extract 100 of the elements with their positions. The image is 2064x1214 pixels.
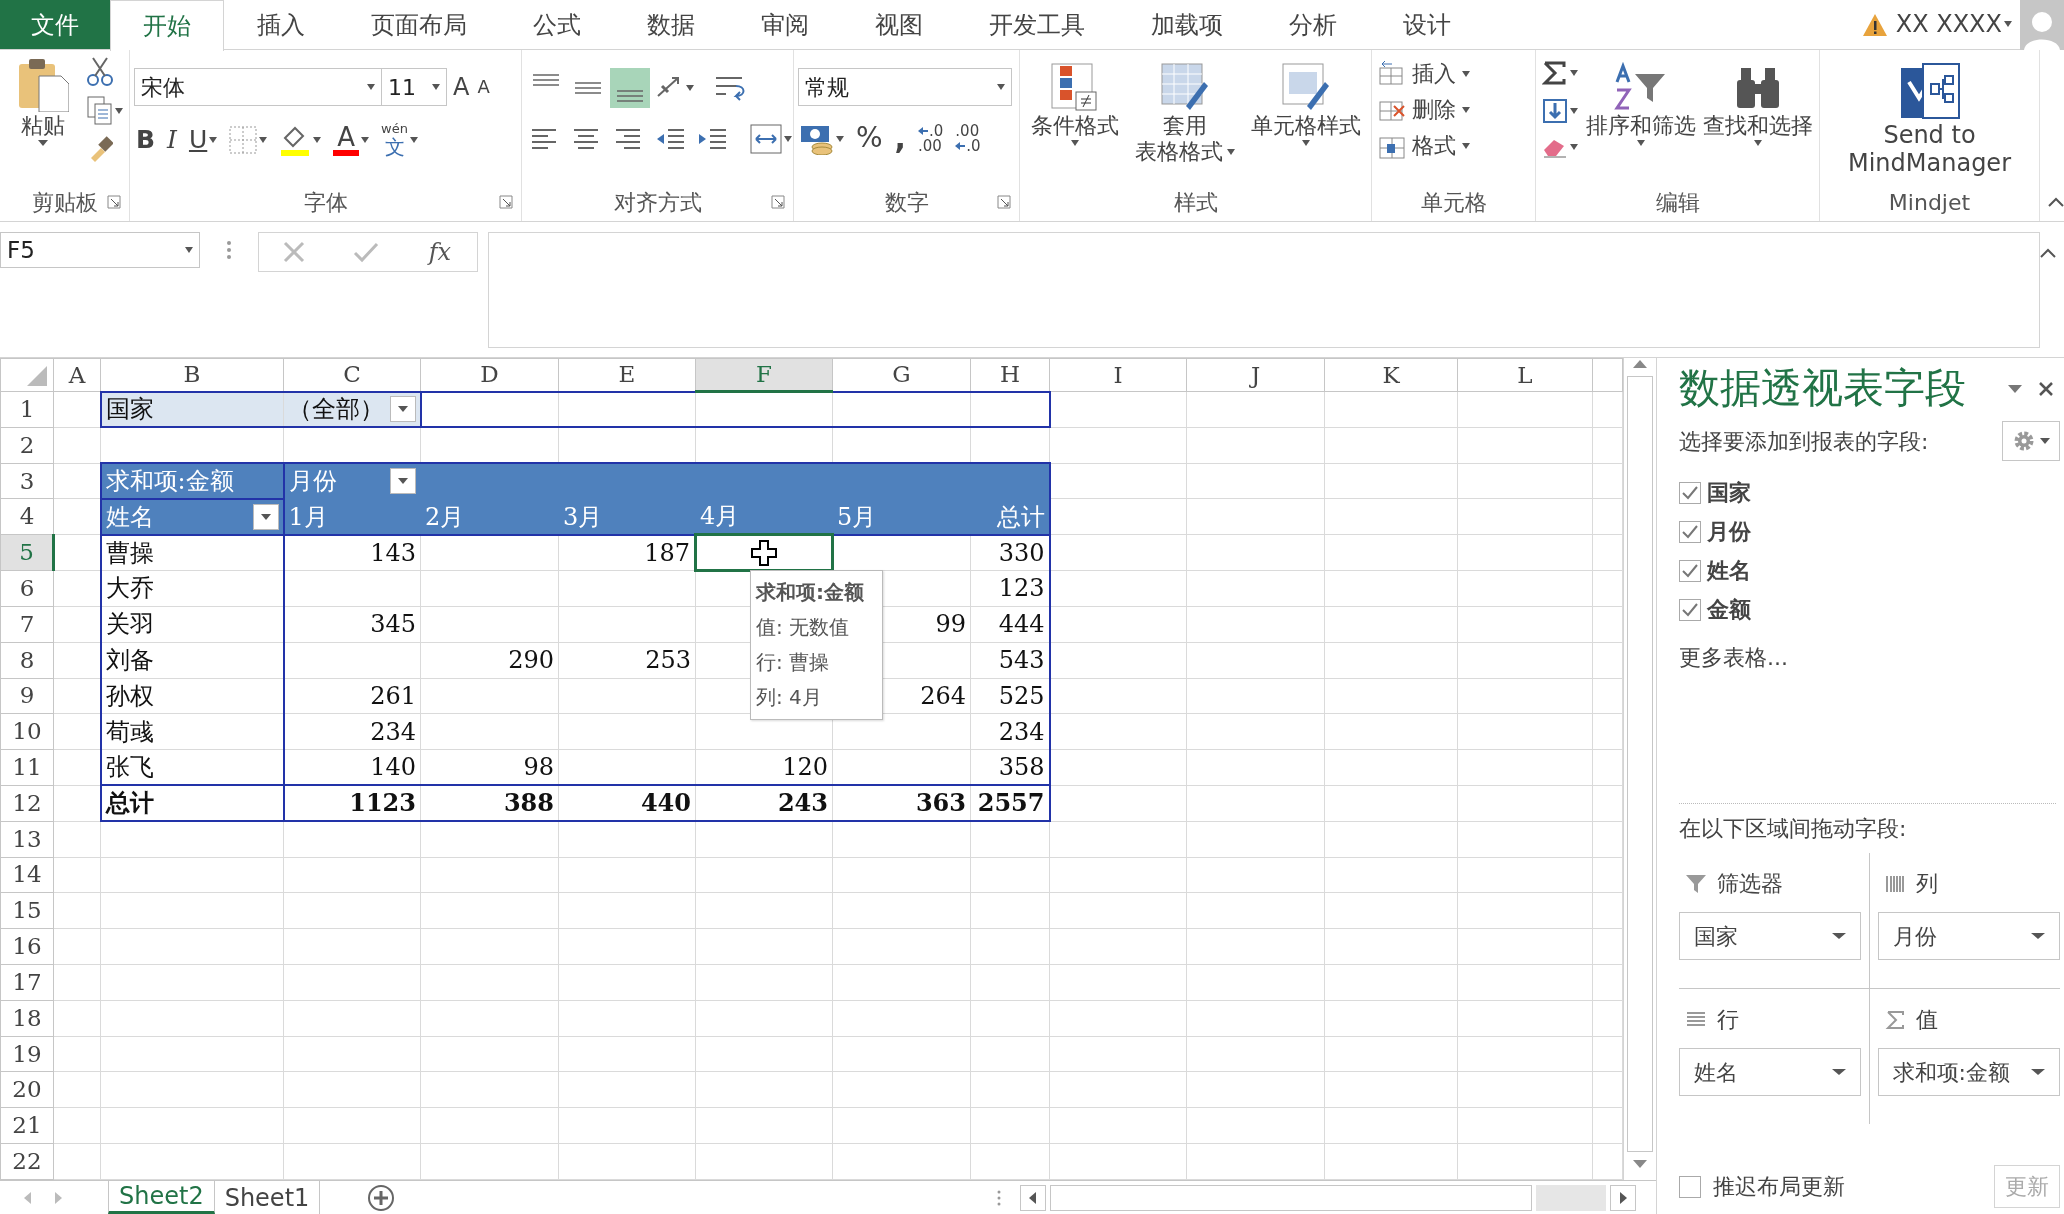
collapse-ribbon-icon[interactable] [2048, 197, 2064, 207]
scrollbar-thumb[interactable] [1627, 376, 1653, 1152]
row-header[interactable]: 21 [0, 1107, 54, 1144]
settings-button[interactable] [2002, 421, 2060, 462]
column-header[interactable]: F [695, 358, 833, 392]
dialog-launcher-icon[interactable] [107, 195, 121, 209]
row-header[interactable]: 12 [0, 785, 54, 822]
pane-options-icon[interactable] [2008, 384, 2022, 393]
column-header[interactable]: B [100, 358, 284, 392]
row-header[interactable]: 17 [0, 964, 54, 1001]
check-icon[interactable] [352, 241, 379, 263]
checkbox[interactable] [1679, 559, 1701, 582]
style-button[interactable]: 条件格式 [1024, 54, 1125, 183]
row-header[interactable]: 16 [0, 928, 54, 965]
ribbon-tab[interactable]: 视图 [842, 0, 956, 49]
fill-button[interactable] [1540, 96, 1580, 126]
comma-style-button[interactable]: , [892, 120, 908, 157]
column-header[interactable]: J [1186, 358, 1325, 392]
row-header[interactable]: 5 [0, 534, 54, 571]
column-header[interactable]: C [283, 358, 421, 392]
bold-button[interactable]: B [134, 124, 158, 156]
column-header[interactable]: H [970, 358, 1050, 392]
italic-button[interactable]: I [165, 124, 179, 156]
scrollbar-thumb[interactable] [1050, 1184, 1532, 1211]
row-header[interactable]: 15 [0, 892, 54, 929]
scroll-left-icon[interactable] [1020, 1184, 1046, 1211]
add-sheet-icon[interactable] [366, 1182, 397, 1213]
decrease-font-size-button[interactable]: A [475, 75, 492, 99]
area-field-dropdown[interactable]: 国家 [1679, 912, 1861, 961]
row-header[interactable]: 4 [0, 498, 54, 535]
increase-decimal-button[interactable]: .0 .00 [916, 121, 946, 156]
column-header[interactable]: E [558, 358, 696, 392]
editing-button[interactable]: 查找和选择 [1701, 54, 1815, 183]
filter-dropdown-button[interactable] [389, 396, 416, 423]
filter-dropdown-button[interactable] [390, 468, 416, 495]
merge-center-button[interactable] [748, 122, 794, 156]
account-button[interactable]: XX XXXX [1893, 9, 2014, 40]
scroll-right-icon[interactable] [1610, 1184, 1636, 1211]
name-box[interactable]: F5 [0, 232, 200, 268]
sheet-tab[interactable]: Sheet2 [108, 1181, 215, 1214]
style-button[interactable]: 套用 表格格式 [1129, 54, 1241, 183]
row-header[interactable]: 10 [0, 713, 54, 750]
font-color-button[interactable]: A [331, 122, 372, 159]
send-to-mindmanager-button[interactable]: Send to MindManager [1824, 54, 2035, 183]
column-header[interactable]: K [1324, 358, 1458, 392]
ribbon-tab[interactable]: 加载项 [1118, 0, 1256, 49]
more-tables-link[interactable]: 更多表格... [1679, 641, 2060, 675]
ribbon-tab[interactable]: 公式 [500, 0, 614, 49]
scroll-up-icon[interactable] [1632, 358, 1648, 370]
ribbon-tab[interactable]: 开始 [110, 0, 224, 51]
row-header[interactable]: 8 [0, 642, 54, 678]
insert-function-button[interactable]: fx [426, 236, 454, 268]
font-size-dropdown[interactable]: 11 [381, 68, 447, 106]
ribbon-tab[interactable]: 设计 [1370, 0, 1484, 49]
formula-field[interactable] [488, 232, 2040, 348]
paste-button[interactable]: 粘贴 [4, 54, 81, 183]
column-header[interactable]: A [53, 358, 101, 392]
file-tab[interactable]: 文件 [0, 0, 110, 49]
phonetic-button[interactable]: wén 文 [379, 120, 420, 161]
area-field-dropdown[interactable]: 求和项:金额 [1877, 1048, 2060, 1097]
row-header[interactable]: 1 [0, 391, 54, 428]
row-header[interactable]: 6 [0, 570, 54, 607]
close-icon[interactable] [2038, 380, 2054, 397]
filter-dropdown-button[interactable] [252, 503, 279, 530]
row-header[interactable]: 2 [0, 427, 54, 464]
copy-button[interactable] [85, 94, 125, 128]
cells-button[interactable]: 插入 [1376, 58, 1472, 90]
column-header[interactable]: D [420, 358, 559, 392]
row-header[interactable]: 22 [0, 1143, 54, 1180]
ribbon-tab[interactable]: 开发工具 [956, 0, 1118, 49]
checkbox[interactable] [1679, 598, 1701, 621]
percent-style-button[interactable]: % [854, 121, 885, 156]
row-header[interactable]: 11 [0, 749, 54, 786]
ribbon-tab[interactable]: 审阅 [728, 0, 842, 49]
row-header[interactable]: 13 [0, 821, 54, 858]
decrease-decimal-button[interactable]: .00 .0 [953, 121, 983, 156]
editing-button[interactable]: 排序和筛选 [1584, 54, 1698, 183]
number-format-dropdown[interactable]: 常规 [798, 68, 1012, 106]
area-field-dropdown[interactable]: 月份 [1877, 912, 2060, 961]
column-header[interactable]: L [1457, 358, 1593, 392]
row-header[interactable]: 18 [0, 1000, 54, 1037]
row-header[interactable]: 14 [0, 857, 54, 893]
column-header[interactable]: I [1049, 358, 1187, 392]
dialog-launcher-icon[interactable] [499, 195, 513, 209]
column-header[interactable]: G [832, 358, 971, 392]
scroll-down-icon[interactable] [1632, 1158, 1648, 1170]
dialog-launcher-icon[interactable] [997, 195, 1011, 209]
area-field-dropdown[interactable]: 姓名 [1679, 1048, 1861, 1097]
font-name-dropdown[interactable]: 宋体 [134, 68, 382, 106]
cells-button[interactable]: 格式 [1376, 130, 1472, 162]
checkbox[interactable] [1679, 520, 1701, 543]
ribbon-tab[interactable]: 分析 [1256, 0, 1370, 49]
style-button[interactable]: 单元格样式 [1245, 54, 1367, 183]
underline-button[interactable]: U [186, 124, 220, 156]
row-header[interactable]: 19 [0, 1036, 54, 1072]
row-header[interactable]: 3 [0, 463, 54, 499]
checkbox[interactable] [1679, 1175, 1701, 1198]
checkbox[interactable] [1679, 481, 1701, 504]
row-header[interactable]: 20 [0, 1071, 54, 1108]
ribbon-tab[interactable]: 页面布局 [338, 0, 500, 49]
